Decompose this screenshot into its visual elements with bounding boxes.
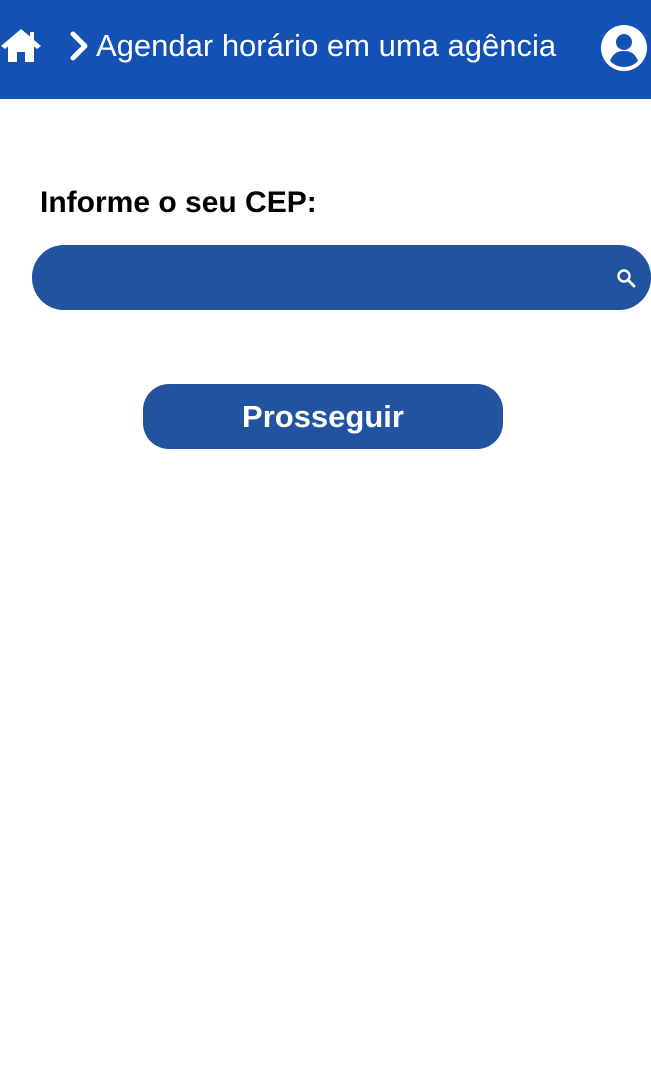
cep-label: Informe o seu CEP: <box>40 186 317 219</box>
chevron-right-icon <box>70 31 88 61</box>
proceed-button[interactable]: Prosseguir <box>143 384 503 449</box>
user-circle-icon[interactable] <box>601 25 647 71</box>
home-icon[interactable] <box>0 27 42 64</box>
app-header: Agendar horário em uma agência <box>0 0 651 99</box>
search-icon[interactable] <box>616 268 636 288</box>
cep-search-box <box>32 245 651 312</box>
page-title: Agendar horário em uma agência <box>96 28 557 63</box>
cep-input[interactable] <box>62 245 606 312</box>
